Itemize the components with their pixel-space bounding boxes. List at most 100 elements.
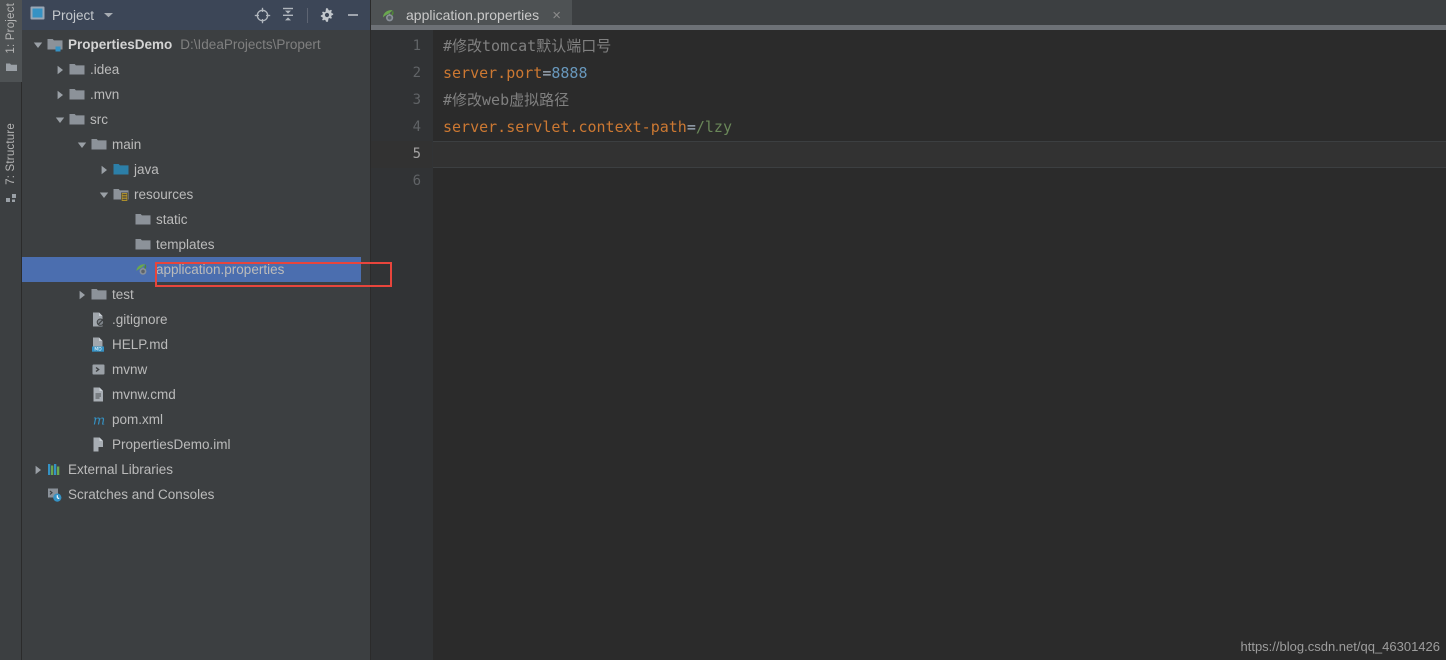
folder-icon (68, 112, 86, 127)
spring-properties-icon (134, 262, 152, 277)
module-folder-icon (46, 37, 64, 52)
tree-row-test[interactable]: test (22, 282, 371, 307)
resources-folder-icon (112, 187, 130, 202)
shell-script-icon (90, 362, 108, 377)
tree-row-main[interactable]: main (22, 132, 371, 157)
tree-row-static[interactable]: static (22, 207, 371, 232)
tree-row-label: .gitignore (112, 312, 168, 327)
svg-text:m: m (93, 414, 105, 428)
strip-button-project[interactable]: 1: Project (0, 0, 22, 82)
code-token-eq: = (686, 118, 696, 136)
code-line[interactable] (433, 168, 1446, 195)
tree-row-label: pom.xml (112, 412, 164, 427)
tree-row-propertiesdemo-iml[interactable]: PropertiesDemo.iml (22, 432, 371, 457)
iml-module-icon (90, 437, 108, 452)
tree-row-label: application.properties (156, 262, 285, 277)
minimize-icon[interactable] (341, 3, 365, 27)
text-file-icon (90, 387, 108, 402)
tree-row-resources[interactable]: resources (22, 182, 371, 207)
svg-text:MD: MD (94, 347, 102, 352)
tree-row-path: D:\IdeaProjects\Propert (180, 37, 321, 52)
gutter-line-number: 3 (412, 92, 421, 108)
markdown-file-icon: MD (90, 337, 108, 352)
tree-row-mvnw[interactable]: mvnw (22, 357, 371, 382)
close-icon[interactable]: × (549, 8, 564, 23)
tree-row-help-md[interactable]: MD HELP.md (22, 332, 371, 357)
tree-row-idea[interactable]: .idea (22, 57, 371, 82)
locate-icon[interactable] (250, 3, 274, 27)
tree-row-templates[interactable]: templates (22, 232, 371, 257)
chevron-right-icon[interactable] (74, 290, 90, 300)
tree-row-label: PropertiesDemo.iml (112, 437, 231, 452)
code-line[interactable]: server.servlet.context-path=/lzy (433, 114, 1446, 141)
tree-row-java[interactable]: java (22, 157, 371, 182)
tree-row-label: Scratches and Consoles (68, 487, 215, 502)
gutter-line-number: 5 (371, 141, 433, 168)
project-panel-actions (250, 3, 365, 27)
gitignore-file-icon (90, 312, 108, 327)
code-token-num: 8888 (551, 64, 588, 82)
gutter-line-number: 4 (412, 119, 421, 135)
structure-icon (5, 191, 18, 209)
collapse-all-icon[interactable] (276, 3, 300, 27)
gear-icon[interactable] (315, 3, 339, 27)
folder-icon (68, 87, 86, 102)
code-line[interactable]: #修改tomcat默认端口号 (433, 33, 1446, 60)
folder-icon (90, 137, 108, 152)
source-folder-icon (112, 162, 130, 177)
spring-properties-icon (381, 8, 399, 23)
project-panel-header: Project (22, 0, 371, 30)
gutter-line-number: 6 (412, 173, 421, 189)
tree-row-label: mvnw.cmd (112, 387, 176, 402)
chevron-down-icon[interactable] (96, 190, 112, 200)
project-tool-window: Project PropertiesDemo D:\IdeaProjects\P… (22, 0, 392, 660)
gutter-line-number: 1 (412, 38, 421, 54)
tree-row-label: java (134, 162, 159, 177)
external-libraries-icon (46, 462, 64, 477)
editor-code-area[interactable]: #修改tomcat默认端口号 server.port=8888 #修改web虚拟路径… (433, 30, 1446, 660)
chevron-down-icon[interactable] (74, 140, 90, 150)
chevron-down-icon[interactable] (30, 40, 46, 50)
code-line[interactable]: #修改web虚拟路径 (433, 87, 1446, 114)
editor-tab-bar: application.properties × (371, 0, 1446, 30)
chevron-down-icon[interactable] (52, 115, 68, 125)
tree-row-application-properties[interactable]: application.properties (22, 257, 371, 282)
folder-icon (134, 212, 152, 227)
tree-row-label: HELP.md (112, 337, 169, 352)
tree-row-label: src (90, 112, 108, 127)
tree-row-pom-xml[interactable]: m pom.xml (22, 407, 371, 432)
tree-row-external-libraries[interactable]: External Libraries (22, 457, 371, 482)
project-folder-icon (5, 60, 18, 78)
toolbar-divider (307, 7, 308, 23)
tree-row-gitignore[interactable]: .gitignore (22, 307, 371, 332)
tree-row-mvn[interactable]: .mvn (22, 82, 371, 107)
strip-button-structure[interactable]: 7: Structure (0, 120, 22, 213)
editor-gutter[interactable]: 1 2 3 4 5 6 (371, 30, 433, 660)
code-line[interactable]: server.port=8888 (433, 60, 1446, 87)
project-tree[interactable]: PropertiesDemo D:\IdeaProjects\Propert .id… (22, 30, 371, 660)
tree-row-label: test (112, 287, 134, 302)
gutter-line-number: 2 (412, 65, 421, 81)
strip-button-structure-label: 7: Structure (5, 123, 17, 185)
chevron-right-icon[interactable] (96, 165, 112, 175)
project-view-icon (30, 6, 45, 25)
tree-row-label: static (156, 212, 188, 227)
folder-icon (68, 62, 86, 77)
chevron-right-icon[interactable] (30, 465, 46, 475)
chevron-right-icon[interactable] (52, 65, 68, 75)
tree-row-mvnw-cmd[interactable]: mvnw.cmd (22, 382, 371, 407)
tree-row-propertiesdemo[interactable]: PropertiesDemo D:\IdeaProjects\Propert (22, 32, 371, 57)
tree-row-scratches-and-consoles[interactable]: Scratches and Consoles (22, 482, 371, 507)
chevron-down-icon[interactable] (103, 6, 114, 24)
tree-row-src[interactable]: src (22, 107, 371, 132)
tree-row-label: mvnw (112, 362, 148, 377)
code-token-comment: #修改web虚拟路径 (443, 91, 570, 109)
code-line[interactable] (433, 141, 1446, 168)
code-token-key: server.port (443, 64, 543, 82)
editor-body: 123456 #修改tomcat默认端口号 server.port=8888 #修改… (371, 30, 1446, 660)
chevron-right-icon[interactable] (52, 90, 68, 100)
code-token-val: /lzy (695, 118, 732, 136)
tree-row-label: templates (156, 237, 215, 252)
tree-row-label: resources (134, 187, 194, 202)
editor-tab-label: application.properties (406, 7, 540, 23)
